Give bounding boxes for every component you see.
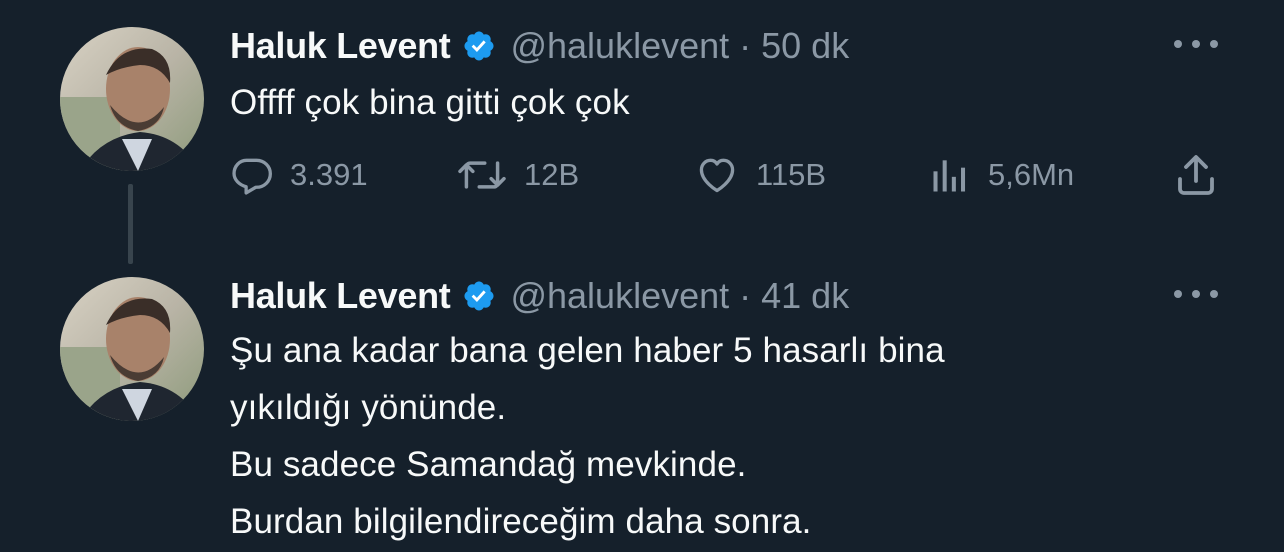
author-name[interactable]: Haluk Levent xyxy=(230,275,451,317)
author-avatar[interactable] xyxy=(60,277,204,421)
tweet-action-bar: 3.391 12B 115B 5,6Mn xyxy=(230,150,1230,200)
verified-badge-icon xyxy=(462,279,496,313)
author-name[interactable]: Haluk Levent xyxy=(230,25,451,67)
tweet-1[interactable]: Haluk Levent @haluklevent · 50 dk Offff … xyxy=(0,0,1284,264)
retweet-icon xyxy=(456,153,508,197)
retweet-count: 12B xyxy=(524,157,580,192)
views-icon xyxy=(928,153,972,197)
author-handle[interactable]: @haluklevent xyxy=(510,25,729,67)
tweet-timestamp[interactable]: 41 dk xyxy=(761,275,849,317)
like-icon xyxy=(694,153,740,197)
tweet-text: Şu ana kadar bana gelen haber 5 hasarlı … xyxy=(230,322,945,550)
more-options-icon[interactable] xyxy=(1174,32,1218,56)
reply-button[interactable]: 3.391 xyxy=(230,150,368,200)
tweet-text-line: yıkıldığı yönünde. xyxy=(230,388,507,427)
separator-dot: · xyxy=(739,25,752,66)
tweet-text-line: Burdan bilgilendireceğim daha sonra. xyxy=(230,502,812,541)
tweet-text-line: Şu ana kadar bana gelen haber 5 hasarlı … xyxy=(230,331,945,370)
tweet-text: Offff çok bina gitti çok çok xyxy=(230,74,630,131)
author-avatar[interactable] xyxy=(60,27,204,171)
like-button[interactable]: 115B xyxy=(694,150,826,200)
tweet-header: Haluk Levent @haluklevent · 50 dk xyxy=(230,24,849,68)
more-options-icon[interactable] xyxy=(1174,282,1218,306)
tweet-text-line: Bu sadece Samandağ mevkinde. xyxy=(230,445,747,484)
author-handle[interactable]: @haluklevent xyxy=(510,275,729,317)
tweet-text-line: Offff çok bina gitti çok çok xyxy=(230,83,630,122)
retweet-button[interactable]: 12B xyxy=(456,150,579,200)
tweet-timestamp[interactable]: 50 dk xyxy=(761,25,849,67)
like-count: 115B xyxy=(756,157,827,192)
tweet-2[interactable]: Haluk Levent @haluklevent · 41 dk Şu ana… xyxy=(0,250,1284,552)
verified-badge-icon xyxy=(462,29,496,63)
views-button[interactable]: 5,6Mn xyxy=(928,150,1074,200)
share-button[interactable] xyxy=(1172,150,1220,200)
reply-icon xyxy=(230,153,274,197)
separator-dot: · xyxy=(739,275,752,316)
tweet-header: Haluk Levent @haluklevent · 41 dk xyxy=(230,274,849,318)
reply-count: 3.391 xyxy=(290,157,368,192)
views-count: 5,6Mn xyxy=(988,157,1075,192)
share-icon xyxy=(1172,151,1220,199)
